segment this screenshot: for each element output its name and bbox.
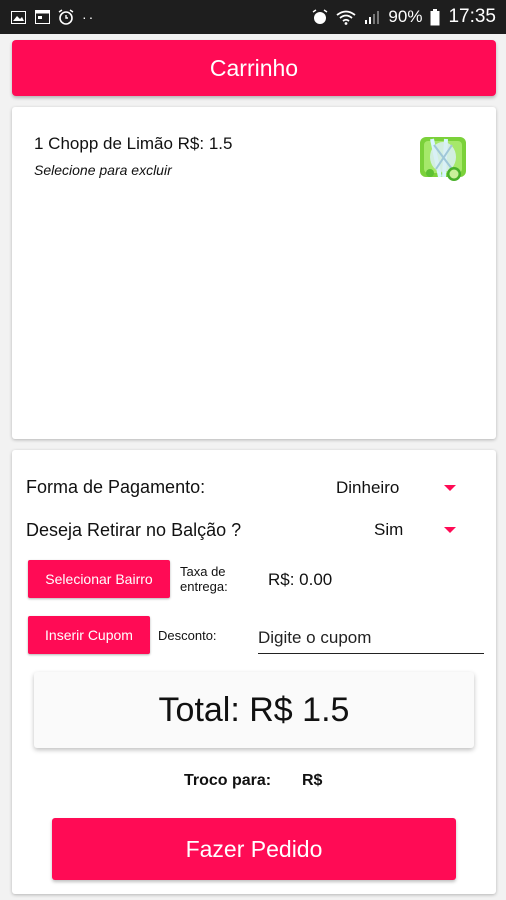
wifi-icon <box>336 9 356 25</box>
select-neighborhood-button[interactable]: Selecionar Bairro <box>28 560 170 598</box>
image-icon <box>10 9 26 25</box>
order-options: Forma de Pagamento: Dinheiro Deseja Reti… <box>12 450 496 894</box>
delivery-fee-value: R$: 0.00 <box>268 570 333 589</box>
status-bar-right: 90% 17:35 <box>312 6 496 28</box>
pickup-label: Deseja Retirar no Balção ? <box>26 520 242 540</box>
clock: 17:35 <box>448 6 496 27</box>
change-label: Troco para: <box>184 772 272 789</box>
pickup-select[interactable]: Sim <box>374 520 403 540</box>
battery-percent: 90% <box>388 7 423 26</box>
chevron-down-icon[interactable] <box>444 527 456 533</box>
calendar-icon <box>34 9 50 25</box>
lime-drink-image[interactable] <box>414 129 472 187</box>
chevron-down-icon[interactable] <box>444 485 456 491</box>
change-currency[interactable]: R$ <box>302 772 322 790</box>
delivery-fee-label: Taxa de entrega: <box>180 564 228 594</box>
more-dots-icon: ·· <box>82 9 96 25</box>
coupon-input[interactable] <box>258 624 484 654</box>
payment-select[interactable]: Dinheiro <box>336 478 399 498</box>
cart-item[interactable]: 1 Chopp de Limão R$: 1.5 Selecione para … <box>34 134 232 178</box>
discount-label: Desconto: <box>158 628 217 643</box>
total-display: Total: R$ 1.5 <box>34 672 474 748</box>
cart-item-title: 1 Chopp de Limão R$: 1.5 <box>34 134 233 153</box>
status-bar-left: ·· <box>10 9 95 25</box>
place-order-button[interactable]: Fazer Pedido <box>52 818 456 880</box>
battery-icon <box>430 8 440 25</box>
cart-list: 1 Chopp de Limão R$: 1.5 Selecione para … <box>12 107 496 439</box>
alarm-icon <box>58 9 74 25</box>
place-order-label: Fazer Pedido <box>185 835 323 862</box>
payment-label: Forma de Pagamento: <box>26 477 206 497</box>
insert-coupon-button[interactable]: Inserir Cupom <box>28 616 150 654</box>
total-text: Total: R$ 1.5 <box>158 690 350 729</box>
status-bar: ·· 90% 17:35 <box>0 0 506 34</box>
alarm-icon <box>312 9 328 25</box>
page-title-bar: Carrinho <box>12 40 496 96</box>
page-title: Carrinho <box>209 54 299 81</box>
cart-item-hint: Selecione para excluir <box>34 162 172 178</box>
signal-icon <box>364 9 380 25</box>
